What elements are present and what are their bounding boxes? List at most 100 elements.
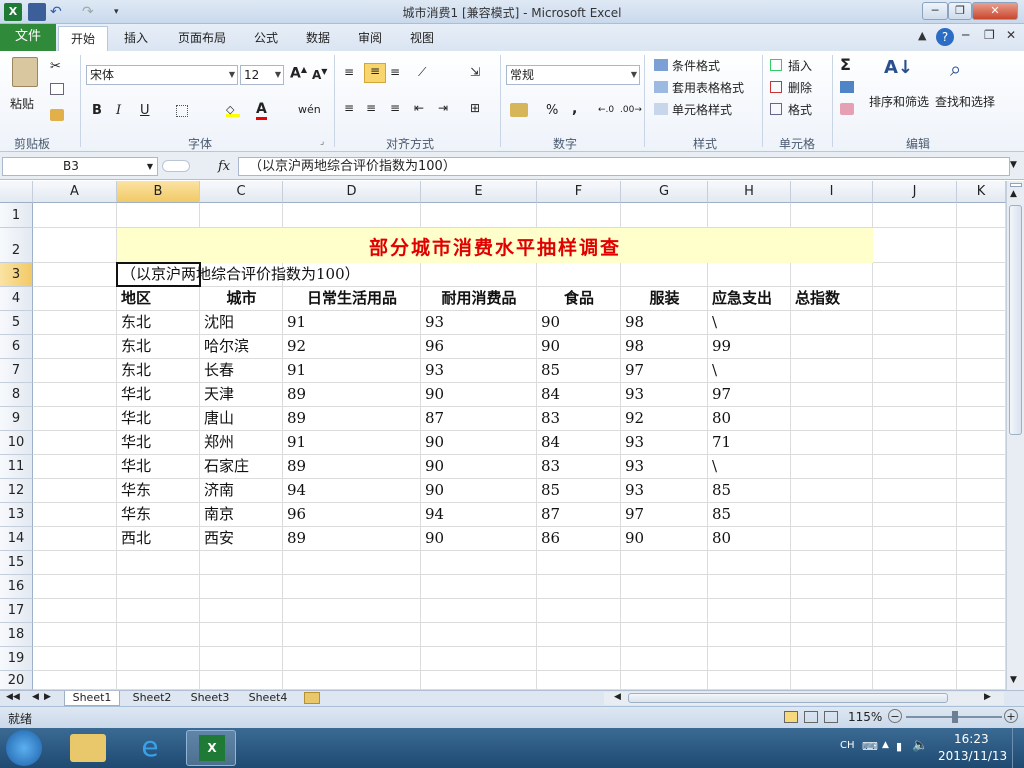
table-cell[interactable]: 南京 — [200, 503, 234, 525]
hscroll-thumb[interactable] — [628, 693, 948, 703]
table-header-cell[interactable]: 应急支出 — [708, 287, 791, 309]
insert-function-button[interactable]: fx — [218, 159, 230, 174]
table-cell[interactable]: 87 — [421, 407, 444, 429]
column-header-f[interactable]: F — [537, 181, 621, 203]
table-cell[interactable]: 90 — [421, 527, 444, 549]
expand-formula-icon[interactable]: ▼ — [1010, 160, 1017, 170]
table-cell[interactable]: 89 — [283, 407, 306, 429]
table-cell[interactable]: 华北 — [117, 383, 151, 405]
merge-center-icon[interactable]: ⊞ — [470, 101, 480, 115]
table-cell[interactable]: 94 — [283, 479, 306, 501]
align-left-icon[interactable]: ≡ — [344, 101, 354, 115]
file-explorer-icon[interactable] — [70, 734, 106, 762]
align-right-icon[interactable]: ≡ — [390, 101, 400, 115]
wrap-text-icon[interactable]: ⇲ — [470, 65, 480, 79]
table-cell[interactable]: 92 — [621, 407, 644, 429]
restore-button[interactable]: ❐ — [948, 2, 972, 20]
table-header-cell[interactable]: 地区 — [117, 287, 200, 309]
clock-time[interactable]: 16:23 — [954, 732, 989, 746]
decrease-indent-icon[interactable]: ⇤ — [414, 101, 424, 115]
table-cell[interactable]: 98 — [621, 311, 644, 333]
table-cell[interactable]: 90 — [421, 383, 444, 405]
volume-icon[interactable]: 🔈 — [912, 738, 928, 753]
column-header-g[interactable]: G — [621, 181, 708, 203]
select-all-corner[interactable] — [0, 181, 33, 203]
column-header-c[interactable]: C — [200, 181, 283, 203]
row-header-14[interactable]: 14 — [0, 527, 33, 551]
worksheet-grid[interactable]: ABCDEFGHIJK 1 2 3 4 5 6 7 8 9 10 11 12 13 14 15 16 17 18 1… — [0, 181, 1006, 690]
table-cell[interactable]: 华北 — [117, 431, 151, 453]
tray-expand-icon[interactable]: ▲ — [882, 740, 889, 750]
sheet-tab-sheet1[interactable]: Sheet1 — [64, 691, 120, 706]
table-cell[interactable]: 80 — [708, 407, 731, 429]
row-header-4[interactable]: 4 — [0, 287, 33, 311]
table-cell[interactable]: \ — [708, 359, 717, 381]
align-bottom-icon[interactable]: ≡ — [390, 65, 400, 79]
ribbon-minimize-icon[interactable]: ─ — [962, 28, 969, 42]
table-cell[interactable]: \ — [708, 455, 717, 477]
table-cell[interactable]: 89 — [283, 527, 306, 549]
scroll-right-icon[interactable]: ▶ — [984, 692, 991, 702]
horizontal-scrollbar[interactable]: ◀ ▶ — [604, 692, 1004, 705]
row-header-5[interactable]: 5 — [0, 311, 33, 335]
paste-button[interactable]: 粘贴 — [10, 95, 34, 112]
formula-input[interactable]: （以京沪两地综合评价指数为100） — [238, 157, 1010, 176]
increase-indent-icon[interactable]: ⇥ — [438, 101, 448, 115]
table-cell[interactable]: 90 — [621, 527, 644, 549]
table-cell[interactable]: 85 — [537, 479, 560, 501]
table-cell[interactable]: 87 — [537, 503, 560, 525]
table-cell[interactable]: 97 — [621, 503, 644, 525]
keyboard-icon[interactable]: ⌨ — [862, 740, 878, 753]
table-cell[interactable]: 91 — [283, 431, 306, 453]
find-select-icon[interactable]: ⌕ — [950, 57, 978, 85]
next-sheet-icon[interactable]: ▶ — [44, 692, 51, 702]
table-cell[interactable]: \ — [708, 311, 717, 333]
clear-icon[interactable] — [840, 103, 854, 115]
number-format-combo[interactable]: 常规 ▼ — [506, 65, 640, 85]
table-cell[interactable]: 石家庄 — [200, 455, 249, 477]
bold-button[interactable]: B — [92, 103, 102, 118]
row-header-7[interactable]: 7 — [0, 359, 33, 383]
row-header-13[interactable]: 13 — [0, 503, 33, 527]
fill-color-icon[interactable]: ◇ — [226, 103, 240, 117]
table-cell[interactable]: 90 — [537, 311, 560, 333]
minimize-button[interactable]: ─ — [922, 2, 948, 20]
table-cell[interactable]: 东北 — [117, 311, 151, 333]
vertical-scrollbar[interactable]: ▲ ▼ — [1006, 181, 1024, 690]
row-header-17[interactable]: 17 — [0, 599, 33, 623]
table-cell[interactable]: 93 — [621, 383, 644, 405]
table-cell[interactable]: 90 — [537, 335, 560, 357]
clock-date[interactable]: 2013/11/13 — [938, 749, 1007, 763]
zoom-level[interactable]: 115% — [848, 710, 882, 724]
table-cell[interactable]: 91 — [283, 359, 306, 381]
page-break-view-icon[interactable] — [824, 711, 838, 723]
tab-view[interactable]: 视图 — [400, 26, 444, 51]
column-header-a[interactable]: A — [33, 181, 117, 203]
tab-data[interactable]: 数据 — [296, 26, 340, 51]
table-cell[interactable]: 93 — [621, 455, 644, 477]
align-center-icon[interactable]: ≡ — [366, 101, 376, 115]
column-header-h[interactable]: H — [708, 181, 791, 203]
sheet-tab-sheet2[interactable]: Sheet2 — [124, 691, 180, 706]
row-header-10[interactable]: 10 — [0, 431, 33, 455]
table-cell[interactable]: 沈阳 — [200, 311, 234, 333]
start-button-icon[interactable] — [6, 730, 42, 766]
table-cell[interactable]: 83 — [537, 455, 560, 477]
table-cell[interactable]: 天津 — [200, 383, 234, 405]
table-cell[interactable]: 86 — [537, 527, 560, 549]
table-header-cell[interactable]: 日常生活用品 — [283, 287, 421, 309]
shrink-font-button[interactable]: A▼ — [312, 67, 327, 82]
format-as-table-button[interactable]: 套用表格格式 — [672, 79, 744, 96]
table-header-cell[interactable]: 服装 — [621, 287, 708, 309]
row-header-1[interactable]: 1 — [0, 203, 33, 228]
format-painter-icon[interactable] — [50, 109, 64, 121]
autosum-button[interactable]: Σ — [840, 55, 851, 74]
row-header-18[interactable]: 18 — [0, 623, 33, 647]
delete-cells-button[interactable]: 删除 — [788, 79, 812, 96]
scroll-up-icon[interactable]: ▲ — [1010, 189, 1017, 199]
tab-review[interactable]: 审阅 — [348, 26, 392, 51]
collapse-ribbon-icon[interactable]: ▲ — [918, 29, 926, 42]
sort-filter-button[interactable]: 排序和筛选 — [869, 93, 929, 110]
row-header-15[interactable]: 15 — [0, 551, 33, 575]
scroll-left-icon[interactable]: ◀ — [614, 692, 621, 702]
